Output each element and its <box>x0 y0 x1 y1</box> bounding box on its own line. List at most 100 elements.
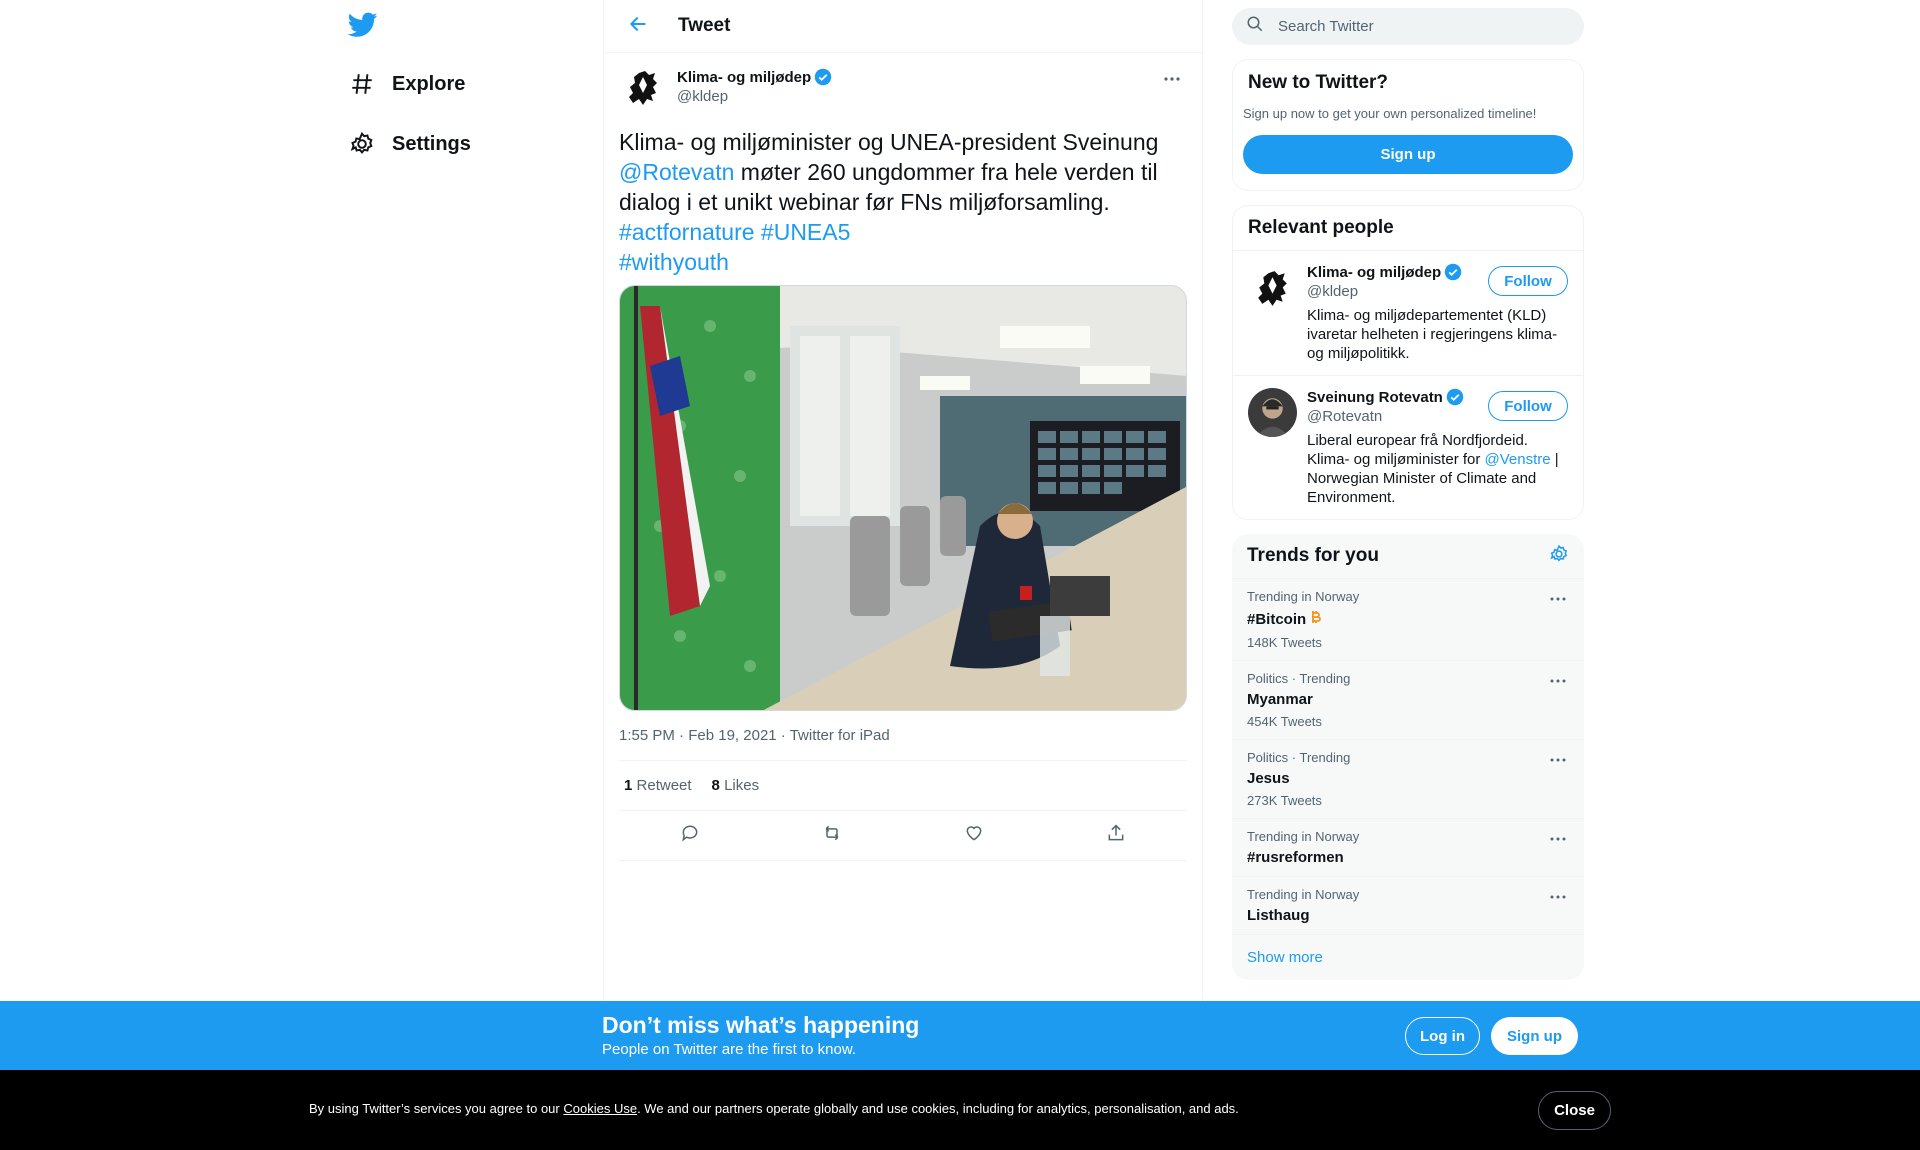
mention-link[interactable]: @Venstre <box>1485 451 1551 468</box>
trend-item[interactable]: Trending in Norway #rusreformen <box>1232 819 1584 877</box>
trend-context: Trending in Norway <box>1247 589 1360 604</box>
reply-button[interactable] <box>670 816 710 856</box>
tweet-date: Feb 19, 2021 <box>688 727 777 744</box>
verified-badge-icon <box>1444 263 1462 281</box>
retweet-count: 1 <box>624 777 633 794</box>
main-column: Tweet Klima- og miljødep @kldep Klima- o… <box>603 0 1203 1150</box>
trend-context: Politics · Trending <box>1247 671 1351 686</box>
tweet-author: Klima- og miljødep @kldep <box>619 63 1187 121</box>
cookie-banner: By using Twitter’s services you agree to… <box>0 1070 1920 1150</box>
tweet-timestamp-link[interactable]: 1:55 PM · Feb 19, 2021 <box>619 727 777 744</box>
ellipsis-icon <box>1163 69 1181 87</box>
tweet-text-line: dialog i et unikt webinar før FNs miljøf… <box>619 189 1110 215</box>
banner-subtitle: People on Twitter are the first to know. <box>602 1041 857 1058</box>
search-bar[interactable] <box>1232 8 1584 45</box>
tweet-text: Klima- og miljøminister og UNEA-presiden… <box>619 127 1187 277</box>
show-more-link[interactable]: Show more <box>1232 935 1584 980</box>
reply-icon <box>680 823 700 848</box>
trend-item[interactable]: Trending in Norway Listhaug <box>1232 877 1584 935</box>
trend-item[interactable]: Trending in Norway #Bitcoin 148K Tweets <box>1232 579 1584 661</box>
page-title: Tweet <box>678 15 731 36</box>
like-button[interactable] <box>954 816 994 856</box>
bitcoin-icon <box>1309 609 1323 629</box>
avatar[interactable] <box>1248 263 1297 312</box>
trend-count: 454K Tweets <box>1247 714 1322 729</box>
trend-item[interactable]: Politics · Trending Jesus 273K Tweets <box>1232 740 1584 819</box>
share-icon <box>1106 823 1126 848</box>
author-handle[interactable]: @kldep <box>677 88 832 105</box>
banner-title: Don’t miss what’s happening <box>602 1012 920 1038</box>
hashtag-link[interactable]: #UNEA5 <box>761 219 850 245</box>
tweet-time: 1:55 PM <box>619 727 675 744</box>
tweet-meta: 1:55 PM · Feb 19, 2021 · Twitter for iPa… <box>619 727 1187 761</box>
sign-up-button[interactable]: Sign up <box>1491 1017 1578 1055</box>
person-bio: Klima- og miljødepartementet (KLD) ivare… <box>1307 307 1558 362</box>
trend-name: #Bitcoin <box>1247 610 1307 628</box>
nav-settings[interactable]: Settings <box>348 124 471 164</box>
signup-banner: Don’t miss what’s happening People on Tw… <box>0 1001 1920 1070</box>
tweet-text-line: Klima- og miljøminister og UNEA-presiden… <box>619 129 1159 155</box>
nav-explore[interactable]: Explore <box>348 64 465 104</box>
nav-settings-label: Settings <box>392 132 471 155</box>
sign-up-button[interactable]: Sign up <box>1243 135 1573 174</box>
person-item[interactable]: Sveinung Rotevatn @Rotevatn Liberal euro… <box>1233 376 1583 519</box>
close-button[interactable]: Close <box>1538 1091 1611 1130</box>
right-sidebar: New to Twitter? Sign up now to get your … <box>1232 0 1584 980</box>
relevant-people-title: Relevant people <box>1248 217 1394 238</box>
trend-more-button[interactable] <box>1546 669 1570 693</box>
author-name[interactable]: Klima- og miljødep <box>677 69 811 86</box>
nav-explore-label: Explore <box>392 72 466 95</box>
likes-stat[interactable]: 8 Likes <box>712 777 760 794</box>
relevant-people-card: Relevant people Klima- og miljødep @klde… <box>1232 205 1584 520</box>
trend-item[interactable]: Politics · Trending Myanmar 454K Tweets <box>1232 661 1584 740</box>
person-item[interactable]: Klima- og miljødep @kldep Klima- og milj… <box>1233 251 1583 376</box>
hashtag-link[interactable]: #actfornature <box>619 219 755 245</box>
mention-link[interactable]: @Rotevatn <box>619 159 734 185</box>
trends-card: Trends for you Trending in Norway #Bitco… <box>1232 534 1584 980</box>
trend-more-button[interactable] <box>1546 827 1570 851</box>
person-name: Sveinung Rotevatn <box>1307 388 1443 406</box>
hashtag-link[interactable]: #withyouth <box>619 249 729 275</box>
cookie-text-part: By using Twitter’s services you agree to… <box>309 1101 564 1116</box>
tweet-text-line: møter 260 ungdommer fra hele verden til <box>734 159 1158 185</box>
trend-name: Myanmar <box>1247 691 1313 708</box>
retweet-icon <box>821 823 843 848</box>
separator: · <box>674 727 689 744</box>
avatar[interactable] <box>1248 388 1297 437</box>
tweet-photo[interactable] <box>619 285 1187 711</box>
arrow-left-icon <box>628 14 648 39</box>
twitter-bird-icon[interactable] <box>347 12 380 42</box>
trend-more-button[interactable] <box>1546 587 1570 611</box>
trend-name: Jesus <box>1247 770 1290 787</box>
gear-icon[interactable] <box>1549 544 1569 569</box>
heart-icon <box>964 823 984 848</box>
trend-name: #rusreformen <box>1247 849 1344 866</box>
search-icon <box>1246 15 1264 38</box>
trend-more-button[interactable] <box>1546 748 1570 772</box>
back-button[interactable] <box>618 6 658 46</box>
follow-button[interactable]: Follow <box>1488 391 1568 421</box>
retweet-label: Retweet <box>636 777 692 794</box>
retweet-button[interactable] <box>812 816 852 856</box>
hashtag-icon <box>348 70 376 98</box>
share-button[interactable] <box>1096 816 1136 856</box>
search-input[interactable] <box>1278 18 1538 35</box>
tweet-header: Tweet <box>604 0 1202 53</box>
avatar[interactable] <box>619 63 667 111</box>
cookie-text: By using Twitter’s services you agree to… <box>309 1101 1239 1116</box>
tweet: Klima- og miljødep @kldep Klima- og milj… <box>604 53 1202 861</box>
like-label: Likes <box>724 777 760 794</box>
tweet-source-link[interactable]: Twitter for iPad <box>790 727 890 744</box>
trend-more-button[interactable] <box>1546 885 1570 909</box>
log-in-button[interactable]: Log in <box>1405 1017 1480 1055</box>
tweet-actions <box>619 811 1187 861</box>
more-options-button[interactable] <box>1157 63 1187 93</box>
follow-button[interactable]: Follow <box>1488 266 1568 296</box>
cookies-use-link[interactable]: Cookies Use <box>563 1101 637 1116</box>
trend-context: Trending in Norway <box>1247 829 1360 844</box>
trend-name: Listhaug <box>1247 907 1310 924</box>
trend-context: Politics · Trending <box>1247 750 1351 765</box>
retweets-stat[interactable]: 1 Retweet <box>624 777 692 794</box>
new-to-twitter-title: New to Twitter? <box>1248 72 1389 93</box>
verified-badge-icon <box>814 68 832 86</box>
